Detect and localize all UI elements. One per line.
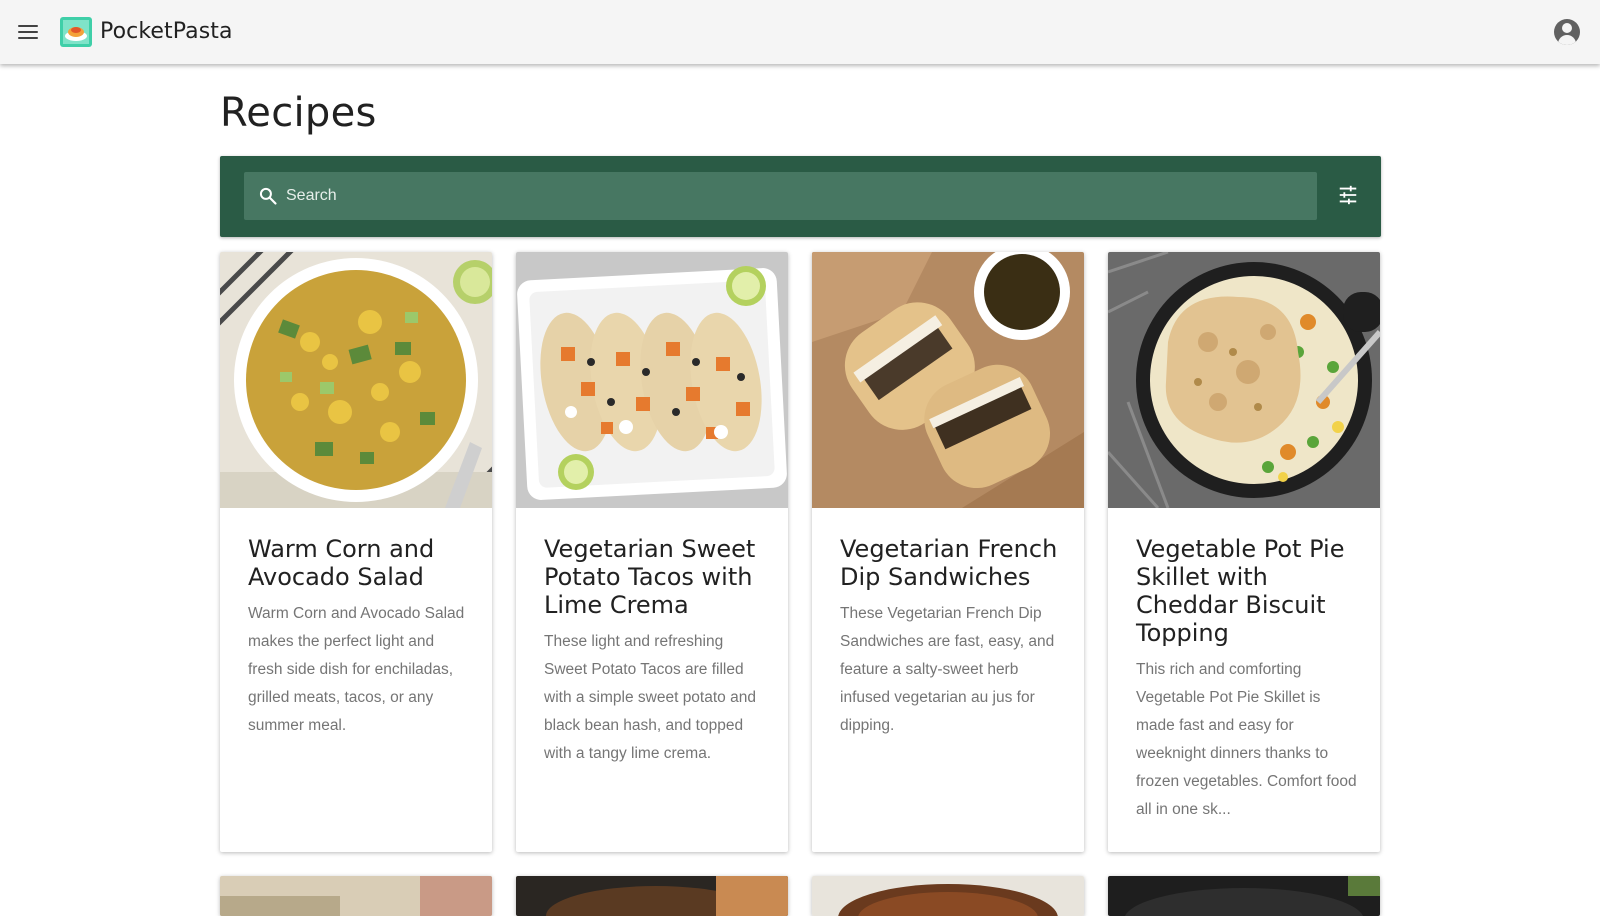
app-title: PocketPasta (100, 19, 233, 44)
recipe-card[interactable] (516, 876, 788, 916)
recipe-card[interactable] (1108, 876, 1380, 916)
recipe-description: These Vegetarian French Dip Sandwiches a… (840, 605, 1055, 734)
recipe-card[interactable]: Vegetarian French Dip Sandwiches These V… (812, 252, 1084, 852)
tune-filter-icon[interactable] (1337, 184, 1359, 206)
recipe-card[interactable]: Vegetable Pot Pie Skillet with Cheddar B… (1108, 252, 1380, 852)
account-circle-icon[interactable] (1554, 19, 1580, 45)
app-bar: PocketPasta (0, 0, 1600, 64)
recipe-card[interactable]: Vegetarian Sweet Potato Tacos with Lime … (516, 252, 788, 852)
page-title: Recipes (220, 90, 377, 136)
recipe-description: Warm Corn and Avocado Salad makes the pe… (248, 605, 465, 734)
recipe-description: This rich and comforting Vegetable Pot P… (1136, 661, 1357, 818)
recipe-image (812, 252, 1084, 508)
app-logo[interactable] (60, 17, 92, 47)
search-toolbar (220, 156, 1381, 237)
recipe-card[interactable]: Warm Corn and Avocado Salad Warm Corn an… (220, 252, 492, 852)
hamburger-menu-icon[interactable] (14, 20, 42, 44)
search-field[interactable] (244, 172, 1317, 220)
recipe-title: Warm Corn and Avocado Salad (248, 535, 435, 591)
recipe-title: Vegetarian French Dip Sandwiches (840, 535, 1058, 591)
recipe-card[interactable] (220, 876, 492, 916)
recipe-image (220, 252, 492, 508)
search-icon (259, 187, 277, 205)
search-input[interactable] (284, 172, 1284, 220)
recipe-title: Vegetable Pot Pie Skillet with Cheddar B… (1136, 535, 1345, 647)
recipe-title: Vegetarian Sweet Potato Tacos with Lime … (544, 535, 756, 619)
recipe-card[interactable] (812, 876, 1084, 916)
recipe-description: These light and refreshing Sweet Potato … (544, 633, 756, 762)
recipe-image (1108, 252, 1380, 508)
recipe-image (516, 252, 788, 508)
